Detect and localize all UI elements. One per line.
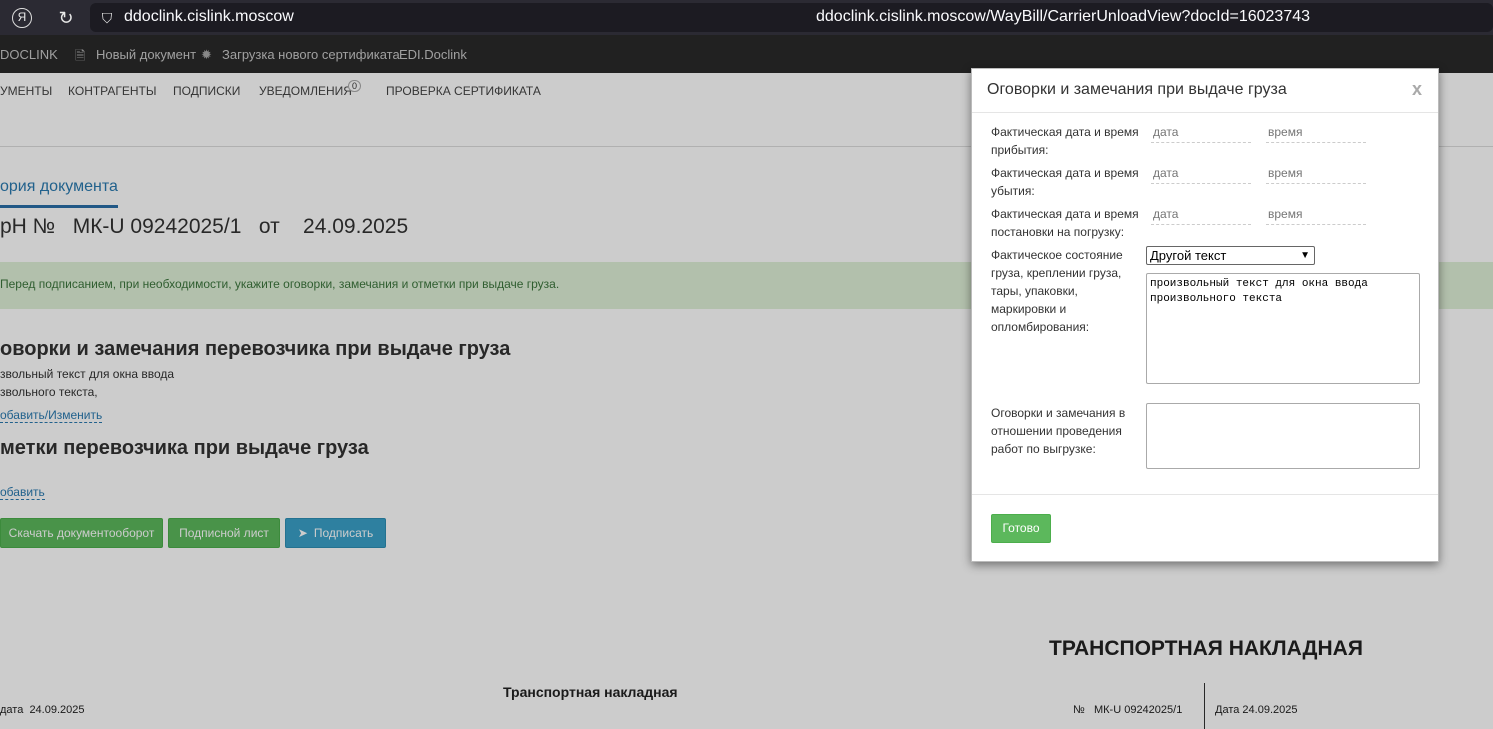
modal-header: Оговорки и замечания при выдаче груза x — [972, 69, 1438, 113]
remarks-modal: Оговорки и замечания при выдаче груза x … — [971, 68, 1439, 562]
cargo-state-label: Фактическое состояние груза, креплении г… — [991, 248, 1123, 334]
reload-icon[interactable]: ↻ — [56, 8, 76, 28]
departure-time-input[interactable] — [1266, 162, 1366, 184]
cargo-state-select-value: Другой текст — [1150, 248, 1227, 263]
loading-time-input[interactable] — [1266, 203, 1366, 225]
departure-label: Фактическая дата и время убытия: — [991, 166, 1139, 198]
close-icon[interactable]: x — [1412, 79, 1422, 100]
departure-date-input[interactable] — [1151, 162, 1251, 184]
browser-toolbar: Я ↻ ⛉ ddoclink.cislink.moscow ddoclink.c… — [0, 0, 1493, 35]
arrival-time-input[interactable] — [1266, 121, 1366, 143]
url-full[interactable]: ddoclink.cislink.moscow/WayBill/CarrierU… — [816, 8, 1310, 26]
unloading-remarks-label: Оговорки и замечания в отношении проведе… — [991, 406, 1126, 456]
loading-date-input[interactable] — [1151, 203, 1251, 225]
arrival-date-input[interactable] — [1151, 121, 1251, 143]
cargo-state-select[interactable]: Другой текст ▼ — [1146, 246, 1315, 265]
shield-icon[interactable]: ⛉ — [97, 8, 117, 28]
done-button[interactable]: Готово — [991, 514, 1051, 543]
cargo-state-textarea[interactable]: произвольный текст для окна ввода произв… — [1146, 273, 1420, 384]
browser-logo-icon[interactable]: Я — [12, 8, 32, 28]
unloading-remarks-textarea[interactable] — [1146, 403, 1420, 469]
arrival-label: Фактическая дата и время прибытия: — [991, 125, 1139, 157]
url-host[interactable]: ddoclink.cislink.moscow — [124, 8, 294, 26]
chevron-down-icon: ▼ — [1300, 250, 1310, 261]
modal-footer-divider — [972, 494, 1438, 495]
modal-title: Оговорки и замечания при выдаче груза — [987, 81, 1287, 98]
loading-label: Фактическая дата и время постановки на п… — [991, 207, 1139, 239]
